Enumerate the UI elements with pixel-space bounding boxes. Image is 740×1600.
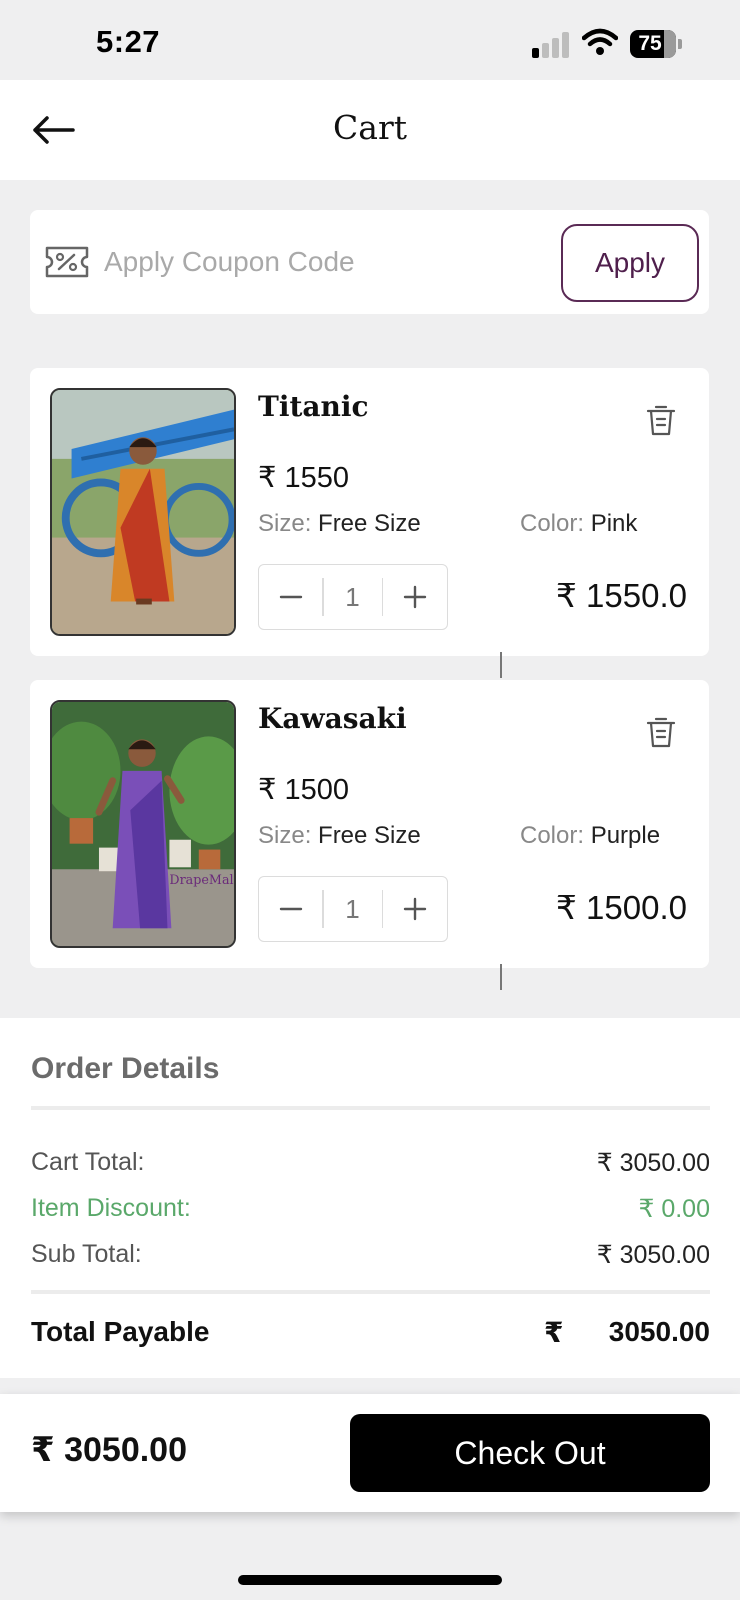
divider	[31, 1106, 710, 1110]
color-value: Purple	[590, 822, 661, 849]
coupon-icon	[45, 246, 89, 278]
order-details-panel: Order Details Cart Total: ₹ 3050.00 Item…	[0, 1018, 740, 1378]
decrease-quantity-button[interactable]	[259, 564, 322, 630]
cart-item: DrapeMall Kawasaki ₹ 1500 Size: Free Siz…	[30, 680, 709, 990]
size-label: Size:	[258, 822, 312, 849]
checkout-bar: ₹ 3050.00 Check Out	[0, 1394, 740, 1512]
quantity-stepper: 1	[258, 876, 448, 942]
header: Cart	[0, 80, 740, 180]
decrease-quantity-button[interactable]	[259, 876, 322, 942]
product-image[interactable]: DrapeMall	[50, 700, 236, 948]
apply-coupon-button[interactable]: Apply	[561, 224, 699, 302]
cellular-signal-icon	[532, 32, 572, 58]
attribute-divider	[500, 652, 502, 678]
item-discount-label: Item Discount:	[31, 1194, 191, 1222]
cart-total-value: ₹ 3050.00	[596, 1149, 710, 1177]
checkout-button[interactable]: Check Out	[350, 1414, 710, 1492]
product-image[interactable]	[50, 388, 236, 636]
status-time: 5:27	[96, 24, 161, 59]
color-label: Color:	[520, 510, 585, 537]
product-name[interactable]: Titanic	[258, 390, 369, 423]
plus-icon	[403, 897, 426, 921]
page-title: Cart	[333, 108, 407, 147]
total-payable-label: Total Payable	[31, 1316, 210, 1347]
trash-icon[interactable]	[644, 714, 678, 750]
size-value: Free Size	[318, 510, 421, 537]
sub-total-label: Sub Total:	[31, 1240, 142, 1268]
cart-item: Titanic ₹ 1550 Size: Free Size Color: Pi…	[30, 368, 709, 678]
total-payable-currency: ₹	[544, 1317, 564, 1348]
product-price: ₹ 1500	[258, 774, 350, 806]
sub-total-value: ₹ 3050.00	[596, 1241, 710, 1269]
home-indicator[interactable]	[238, 1575, 502, 1585]
size-label: Size:	[258, 510, 312, 537]
total-payable-value: 3050.00	[608, 1316, 710, 1347]
product-attributes: Size: Free Size Color: Pink	[258, 510, 637, 678]
minus-icon	[279, 595, 302, 599]
battery-level: 75	[638, 32, 662, 55]
plus-icon	[403, 585, 426, 609]
minus-icon	[279, 907, 302, 911]
size-value: Free Size	[318, 822, 421, 849]
cart-total-label: Cart Total:	[31, 1148, 145, 1176]
product-name[interactable]: Kawasaki	[258, 702, 407, 735]
coupon-code-input[interactable]	[104, 240, 554, 284]
coupon-card: Apply	[30, 210, 709, 314]
item-discount-value: ₹ 0.00	[638, 1195, 710, 1223]
quantity-value: 1	[345, 581, 360, 612]
increase-quantity-button[interactable]	[383, 876, 446, 942]
divider	[31, 1290, 710, 1294]
battery-icon: 75	[630, 30, 682, 58]
product-attributes: Size: Free Size Color: Purple	[258, 822, 660, 990]
product-price: ₹ 1550	[258, 462, 350, 494]
order-details-title: Order Details	[31, 1052, 220, 1085]
trash-icon[interactable]	[644, 402, 678, 438]
line-total: ₹ 1550.0	[555, 577, 687, 614]
status-bar: 5:27 75	[0, 0, 740, 80]
wifi-icon	[581, 28, 619, 56]
color-label: Color:	[520, 822, 585, 849]
increase-quantity-button[interactable]	[383, 564, 446, 630]
attribute-divider	[500, 964, 502, 990]
color-value: Pink	[590, 510, 638, 537]
quantity-value: 1	[345, 893, 360, 924]
quantity-stepper: 1	[258, 564, 448, 630]
checkout-total: ₹ 3050.00	[31, 1431, 188, 1469]
line-total: ₹ 1500.0	[555, 889, 687, 926]
image-watermark: DrapeMall	[169, 873, 234, 888]
